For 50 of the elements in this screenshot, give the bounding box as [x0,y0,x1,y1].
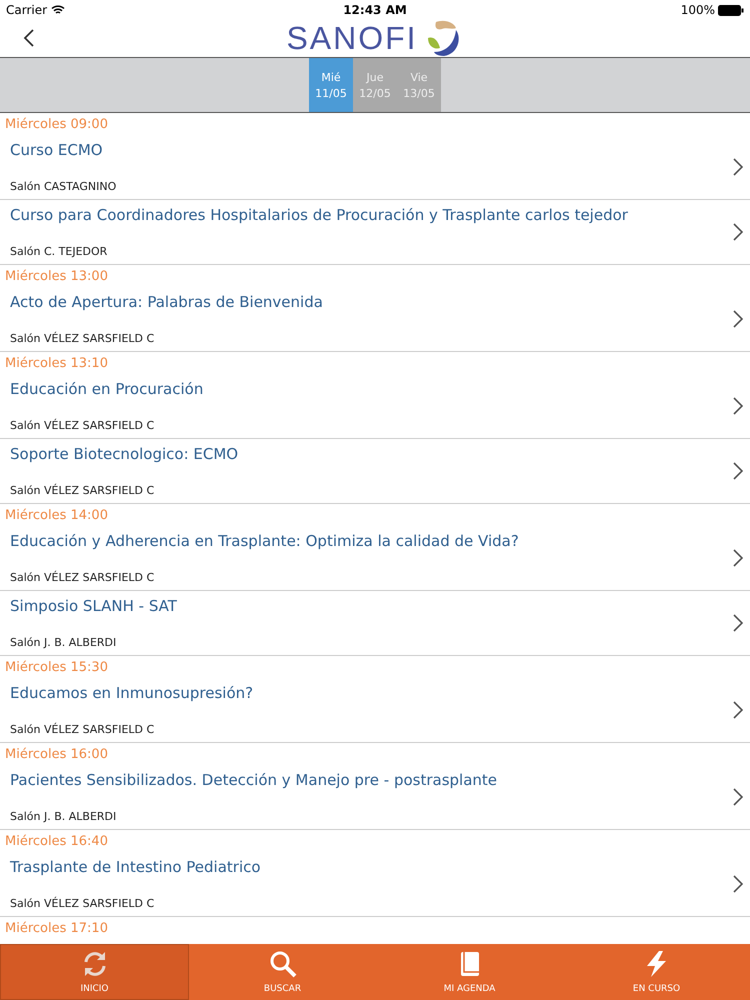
session-room: Salón VÉLEZ SARSFIELD C [10,571,156,584]
chevron-icon [732,874,744,894]
wifi-icon [51,5,66,15]
battery-icon [718,4,744,16]
session-room: Salón J. B. ALBERDI [10,636,118,649]
chevron-icon [732,787,744,807]
time-header: Miércoles 13:10 [5,356,108,370]
session-row[interactable]: Curso ECMO Salón CASTAGNINO [0,135,750,200]
session-title: Curso ECMO [10,141,104,159]
logo-wordmark: SANOFI [286,20,418,57]
session-title: Soporte Biotecnologico: ECMO [10,445,240,463]
session-room: Salón VÉLEZ SARSFIELD C [10,419,156,432]
session-row[interactable]: Educación y Adherencia en Trasplante: Optimiza la calidad de Vida? Salón VÉLEZ SARSFIELD C [0,526,750,591]
session-room: Salón VÉLEZ SARSFIELD C [10,897,156,910]
session-title: Educación en Procuración [10,380,204,398]
battery-percent: 100% [680,3,715,17]
chevron-icon [732,700,744,720]
time-header: Miércoles 09:00 [5,116,108,132]
time-header: Miércoles 15:30 [5,660,108,674]
session-room: Salón C. TEJEDOR [10,245,108,258]
chevron-icon [732,548,744,568]
tab-bar-item[interactable]: INICIO [0,944,189,1000]
session-title: Curso para Coordinadores Hospitalarios de Procuración y Trasplante carlos tejedor [10,206,629,224]
session-title: Acto de Apertura: Palabras de Bienvenida [10,293,324,311]
clock-time: 12:43 AM [343,3,407,17]
time-header: Miércoles 16:40 [5,834,108,848]
chevron-icon [732,461,744,481]
time-header: Miércoles 14:00 [5,508,108,522]
time-header: Miércoles 17:10 [5,920,108,936]
session-row[interactable]: Educación en Procuración Salón VÉLEZ SARSFIELD C [0,374,750,439]
chevron-icon [732,309,744,329]
time-header: Miércoles 13:00 [5,268,108,284]
carrier-label: Carrier [6,3,48,17]
back-icon[interactable] [22,28,36,48]
session-title: Trasplante de Intestino Pediatrico [10,858,262,876]
chevron-icon [732,396,744,416]
session-title: Educación y Adherencia en Trasplante: Optimiza la calidad de Vida? [10,532,520,550]
session-room: Salón VÉLEZ SARSFIELD C [10,332,156,345]
session-room: Salón CASTAGNINO [10,180,118,193]
chevron-icon [732,222,744,242]
search-icon [268,950,296,978]
session-title: Pacientes Sensibilizados. Detección y Manejo pre - postrasplante [10,771,498,789]
chevron-icon [732,613,744,633]
session-room: Salón VÉLEZ SARSFIELD C [10,723,156,736]
session-room: Salón VÉLEZ SARSFIELD C [10,484,156,497]
session-title: Educamos en Inmunosupresión? [10,684,254,702]
session-room: Salón J. B. ALBERDI [10,810,118,823]
session-title: Simposio SLANH - SAT [10,597,178,615]
chevron-icon [732,157,744,177]
time-header: Miércoles 16:00 [5,746,108,762]
